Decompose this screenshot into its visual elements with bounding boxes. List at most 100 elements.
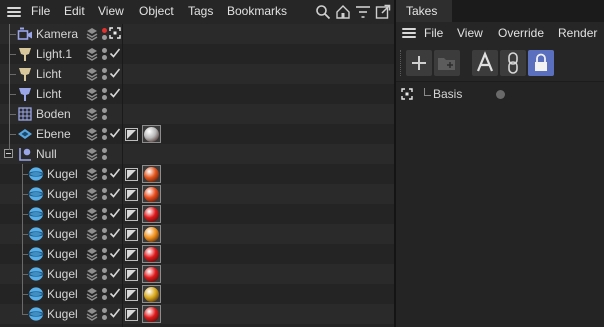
menu-object[interactable]: Object: [139, 4, 174, 18]
visibility-dots[interactable]: [102, 307, 108, 321]
visibility-dots[interactable]: [102, 267, 108, 281]
layer-icon[interactable]: [86, 307, 98, 321]
visibility-dots[interactable]: [102, 27, 108, 41]
layer-icon[interactable]: [86, 287, 98, 301]
layer-icon[interactable]: [86, 107, 98, 121]
visibility-dots[interactable]: [102, 107, 108, 121]
hamburger-menu-icon[interactable]: [7, 7, 21, 17]
visibility-dots[interactable]: [102, 227, 108, 241]
object-row[interactable]: Kugel: [0, 164, 394, 184]
object-row[interactable]: Kugel: [0, 284, 394, 304]
layer-icon[interactable]: [86, 27, 98, 41]
visibility-dots[interactable]: [102, 187, 108, 201]
auto-take-button[interactable]: [472, 50, 498, 76]
enabled-check-icon[interactable]: [109, 267, 121, 279]
search-icon[interactable]: [315, 4, 331, 20]
layer-icon[interactable]: [86, 267, 98, 281]
enabled-check-icon[interactable]: [109, 167, 121, 179]
material-tag[interactable]: [142, 165, 161, 183]
enabled-check-icon[interactable]: [109, 87, 121, 99]
menu-bookmarks[interactable]: Bookmarks: [227, 4, 287, 18]
menu-file[interactable]: File: [31, 4, 50, 18]
object-row[interactable]: Ebene: [0, 124, 394, 144]
layer-icon[interactable]: [86, 147, 98, 161]
material-tag[interactable]: [142, 265, 161, 283]
material-tag[interactable]: [142, 305, 161, 323]
layer-icon[interactable]: [86, 127, 98, 141]
visibility-dots[interactable]: [102, 147, 108, 161]
object-row[interactable]: Kugel: [0, 224, 394, 244]
visibility-dots[interactable]: [102, 287, 108, 301]
tab-takes[interactable]: Takes: [396, 0, 452, 22]
enabled-check-icon[interactable]: [109, 207, 121, 219]
material-tag[interactable]: [142, 245, 161, 263]
texture-tag-icon[interactable]: [125, 128, 138, 141]
hamburger-menu-icon[interactable]: [402, 28, 416, 38]
object-row[interactable]: Kugel: [0, 304, 394, 324]
visibility-dots[interactable]: [102, 207, 108, 221]
expand-window-icon[interactable]: [375, 4, 391, 20]
lock-button[interactable]: [528, 50, 554, 76]
object-row[interactable]: Kugel: [0, 264, 394, 284]
take-status-dot[interactable]: [496, 90, 505, 99]
menu-view[interactable]: View: [98, 4, 124, 18]
enabled-check-icon[interactable]: [109, 227, 121, 239]
takes-menu-override[interactable]: Override: [498, 26, 544, 40]
menu-tags[interactable]: Tags: [188, 4, 213, 18]
add-folder-button[interactable]: [434, 50, 460, 76]
object-row[interactable]: Licht: [0, 84, 394, 104]
filter-icon[interactable]: [355, 4, 371, 20]
material-tag[interactable]: [142, 125, 161, 143]
enabled-check-icon[interactable]: [109, 187, 121, 199]
enabled-check-icon[interactable]: [109, 287, 121, 299]
texture-tag-icon[interactable]: [125, 168, 138, 181]
object-row[interactable]: Licht: [0, 64, 394, 84]
visibility-dots[interactable]: [102, 247, 108, 261]
camera-target-icon[interactable]: [109, 27, 121, 39]
texture-tag-icon[interactable]: [125, 248, 138, 261]
texture-tag-icon[interactable]: [125, 188, 138, 201]
object-row[interactable]: Kugel: [0, 184, 394, 204]
material-tag[interactable]: [142, 185, 161, 203]
object-row[interactable]: Boden: [0, 104, 394, 124]
enabled-check-icon[interactable]: [109, 127, 121, 139]
add-take-button[interactable]: [406, 50, 432, 76]
takes-menu-file[interactable]: File: [424, 26, 443, 40]
material-tag[interactable]: [142, 205, 161, 223]
texture-tag-icon[interactable]: [125, 308, 138, 321]
visibility-dots[interactable]: [102, 127, 108, 141]
layer-icon[interactable]: [86, 67, 98, 81]
layer-icon[interactable]: [86, 187, 98, 201]
object-row[interactable]: Null: [0, 144, 394, 164]
home-icon[interactable]: [335, 4, 351, 20]
texture-tag-icon[interactable]: [125, 288, 138, 301]
visibility-dots[interactable]: [102, 47, 108, 61]
takes-menu-render[interactable]: Render: [558, 26, 597, 40]
layer-icon[interactable]: [86, 47, 98, 61]
visibility-dots[interactable]: [102, 87, 108, 101]
layer-icon[interactable]: [86, 227, 98, 241]
object-row[interactable]: Kugel: [0, 244, 394, 264]
texture-tag-icon[interactable]: [125, 208, 138, 221]
layer-icon[interactable]: [86, 207, 98, 221]
layer-icon[interactable]: [86, 87, 98, 101]
enabled-check-icon[interactable]: [109, 307, 121, 319]
object-row[interactable]: Kamera: [0, 24, 394, 44]
collapse-toggle[interactable]: [4, 149, 13, 158]
layer-icon[interactable]: [86, 247, 98, 261]
texture-tag-icon[interactable]: [125, 268, 138, 281]
texture-tag-icon[interactable]: [125, 228, 138, 241]
object-row[interactable]: Kugel: [0, 204, 394, 224]
enabled-check-icon[interactable]: [109, 247, 121, 259]
material-tag[interactable]: [142, 225, 161, 243]
enabled-check-icon[interactable]: [109, 67, 121, 79]
visibility-dots[interactable]: [102, 167, 108, 181]
takes-menu-view[interactable]: View: [457, 26, 483, 40]
enabled-check-icon[interactable]: [109, 47, 121, 59]
menu-edit[interactable]: Edit: [64, 4, 85, 18]
layer-icon[interactable]: [86, 167, 98, 181]
link-button[interactable]: [500, 50, 526, 76]
take-item-basis[interactable]: Basis: [396, 84, 604, 104]
object-row[interactable]: Light.1: [0, 44, 394, 64]
visibility-dots[interactable]: [102, 67, 108, 81]
